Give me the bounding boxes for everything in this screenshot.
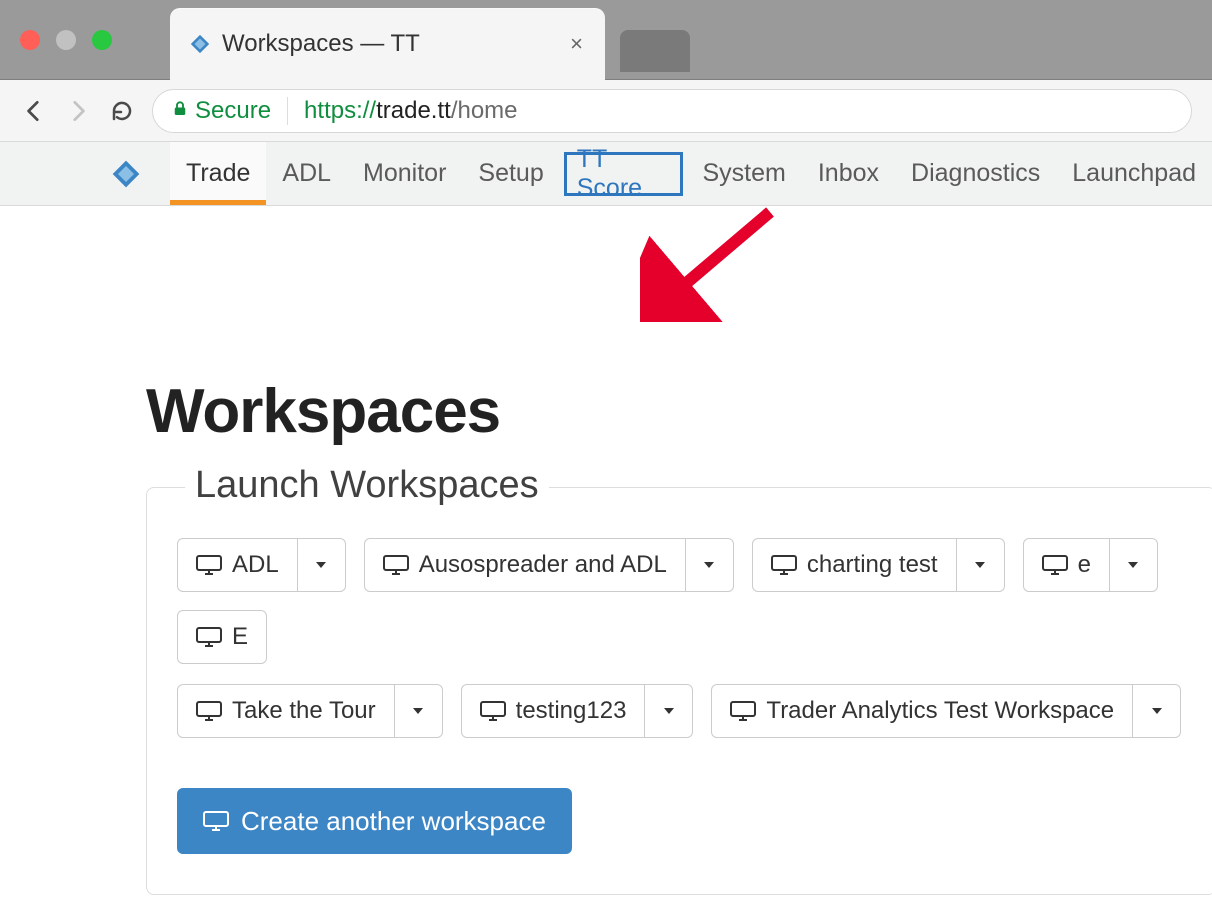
app-logo-icon[interactable] xyxy=(110,158,142,190)
workspace-button-e: e xyxy=(1023,538,1158,592)
secure-label: Secure xyxy=(195,97,271,125)
workspace-launch-charting-test[interactable]: charting test xyxy=(753,539,956,591)
workspace-button-e2: E xyxy=(177,610,267,664)
nav-item-launchpad[interactable]: Launchpad xyxy=(1056,142,1212,205)
workspace-label: charting test xyxy=(807,551,938,579)
nav-items: Trade ADL Monitor Setup TT Score System … xyxy=(170,142,1212,205)
launch-workspaces-legend: Launch Workspaces xyxy=(185,464,549,507)
workspace-dropdown-trader-analytics[interactable] xyxy=(1132,685,1180,737)
workspace-launch-adl[interactable]: ADL xyxy=(178,539,297,591)
workspace-launch-e[interactable]: e xyxy=(1024,539,1109,591)
workspace-dropdown-ausospreader[interactable] xyxy=(685,539,733,591)
workspace-button-trader-analytics: Trader Analytics Test Workspace xyxy=(711,684,1181,738)
workspace-dropdown-testing123[interactable] xyxy=(644,685,692,737)
nav-item-system[interactable]: System xyxy=(687,142,802,205)
nav-item-tt-score[interactable]: TT Score xyxy=(564,152,683,196)
browser-tab-active[interactable]: Workspaces — TT × xyxy=(170,8,605,80)
monitor-icon xyxy=(383,555,409,575)
window-minimize-button[interactable] xyxy=(56,30,76,50)
monitor-icon xyxy=(480,701,506,721)
workspace-button-testing123: testing123 xyxy=(461,684,694,738)
url-host: trade.tt xyxy=(376,97,451,124)
create-workspace-label: Create another workspace xyxy=(241,806,546,837)
monitor-icon xyxy=(771,555,797,575)
window-maximize-button[interactable] xyxy=(92,30,112,50)
workspace-dropdown-charting-test[interactable] xyxy=(956,539,1004,591)
workspace-launch-e2[interactable]: E xyxy=(178,611,266,663)
workspace-button-take-the-tour: Take the Tour xyxy=(177,684,443,738)
url-scheme: https:// xyxy=(304,97,376,124)
nav-item-monitor[interactable]: Monitor xyxy=(347,142,462,205)
workspace-dropdown-e[interactable] xyxy=(1109,539,1157,591)
page-content: Workspaces Launch Workspaces ADL Ausospr… xyxy=(0,206,1212,895)
nav-item-trade[interactable]: Trade xyxy=(170,142,266,205)
workspace-row-1: ADL Ausospreader and ADL charting test xyxy=(177,538,1212,664)
app-navbar: Trade ADL Monitor Setup TT Score System … xyxy=(0,142,1212,206)
nav-forward-button[interactable] xyxy=(64,97,92,125)
nav-back-button[interactable] xyxy=(20,97,48,125)
workspace-dropdown-take-the-tour[interactable] xyxy=(394,685,442,737)
monitor-icon xyxy=(196,627,222,647)
launch-workspaces-section: Launch Workspaces ADL Ausospreader and A… xyxy=(146,487,1212,895)
new-tab-button[interactable] xyxy=(620,30,690,72)
nav-item-diagnostics[interactable]: Diagnostics xyxy=(895,142,1056,205)
address-bar[interactable]: Secure https://trade.tt/home xyxy=(152,89,1192,133)
workspace-label: Trader Analytics Test Workspace xyxy=(766,697,1114,725)
window-close-button[interactable] xyxy=(20,30,40,50)
url-text: https://trade.tt/home xyxy=(304,97,517,125)
window-titlebar: Workspaces — TT × xyxy=(0,0,1212,80)
workspace-label: ADL xyxy=(232,551,279,579)
address-separator xyxy=(287,97,288,125)
workspace-launch-take-the-tour[interactable]: Take the Tour xyxy=(178,685,394,737)
monitor-icon xyxy=(1042,555,1068,575)
browser-tab-title: Workspaces — TT xyxy=(222,30,556,58)
workspace-label: Ausospreader and ADL xyxy=(419,551,667,579)
tab-close-icon[interactable]: × xyxy=(566,31,587,57)
page-title: Workspaces xyxy=(146,376,1212,447)
nav-item-adl[interactable]: ADL xyxy=(266,142,347,205)
workspace-button-ausospreader: Ausospreader and ADL xyxy=(364,538,734,592)
browser-toolbar: Secure https://trade.tt/home xyxy=(0,80,1212,142)
workspace-launch-trader-analytics[interactable]: Trader Analytics Test Workspace xyxy=(712,685,1132,737)
nav-item-inbox[interactable]: Inbox xyxy=(802,142,895,205)
workspace-label: Take the Tour xyxy=(232,697,376,725)
monitor-icon xyxy=(196,701,222,721)
workspace-launch-ausospreader[interactable]: Ausospreader and ADL xyxy=(365,539,685,591)
nav-item-setup[interactable]: Setup xyxy=(462,142,559,205)
tab-favicon-icon xyxy=(188,32,212,56)
monitor-icon xyxy=(203,811,229,831)
workspace-launch-testing123[interactable]: testing123 xyxy=(462,685,645,737)
traffic-lights xyxy=(20,30,112,50)
workspace-row-2: Take the Tour testing123 Trader Analytic… xyxy=(177,684,1212,738)
workspace-dropdown-adl[interactable] xyxy=(297,539,345,591)
lock-icon xyxy=(171,97,189,125)
monitor-icon xyxy=(196,555,222,575)
nav-reload-button[interactable] xyxy=(108,97,136,125)
url-path: /home xyxy=(451,97,518,124)
monitor-icon xyxy=(730,701,756,721)
workspace-button-adl: ADL xyxy=(177,538,346,592)
workspace-label: testing123 xyxy=(516,697,627,725)
create-workspace-button[interactable]: Create another workspace xyxy=(177,788,572,854)
secure-indicator: Secure xyxy=(171,97,271,125)
workspace-button-charting-test: charting test xyxy=(752,538,1005,592)
workspace-label: e xyxy=(1078,551,1091,579)
workspace-label: E xyxy=(232,623,248,651)
